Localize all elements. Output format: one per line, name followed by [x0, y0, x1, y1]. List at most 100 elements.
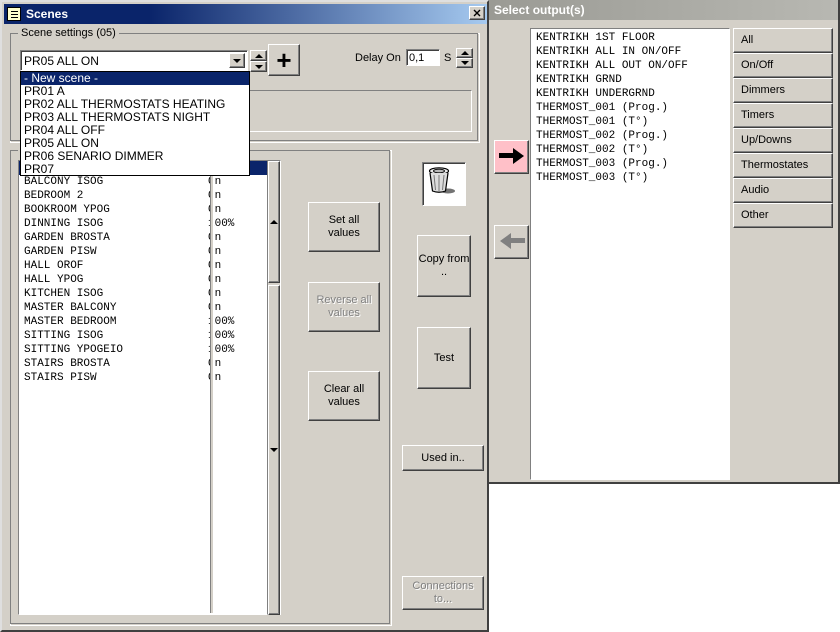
- move-left-button[interactable]: [494, 225, 529, 259]
- output-name: GARDEN BROSTA: [24, 232, 110, 244]
- output-name: BOOKROOM YPOG: [24, 204, 110, 216]
- list-item[interactable]: THERMOST_003 (Prog.): [531, 157, 729, 171]
- trash-can-icon: [428, 167, 455, 194]
- scrollbar-thumb-lower[interactable]: [268, 285, 280, 615]
- copy-from-label: Copy from..: [418, 253, 470, 278]
- output-value: 100%: [208, 218, 235, 230]
- window-title: Scenes: [26, 7, 69, 21]
- table-row[interactable]: HALL YPOG On: [19, 273, 279, 287]
- filter-button-all[interactable]: All: [733, 28, 833, 53]
- list-item[interactable]: THERMOST_003 (T°): [531, 171, 729, 185]
- filter-button-timers[interactable]: Timers: [733, 103, 833, 128]
- delay-spinner-up[interactable]: [456, 48, 473, 58]
- table-row[interactable]: SITTING YPOGEIO 100%: [19, 343, 279, 357]
- list-icon: [7, 7, 21, 21]
- list-item[interactable]: KENTRIKH 1ST FLOOR: [531, 31, 729, 45]
- scene-select-combo[interactable]: PR05 ALL ON: [20, 50, 248, 71]
- list-item[interactable]: THERMOST_001 (Prog.): [531, 101, 729, 115]
- connections-to-label: Connections to...: [412, 580, 474, 605]
- table-row[interactable]: HALL OROF On: [19, 259, 279, 273]
- available-outputs-list-body: KENTRIKH 1ST FLOOR KENTRIKH ALL IN ON/OFF…: [531, 29, 729, 479]
- set-all-values-label: Set all values: [328, 214, 360, 239]
- connections-to-button[interactable]: Connections to...: [402, 576, 484, 610]
- set-all-values-button[interactable]: Set all values: [308, 202, 380, 252]
- clear-all-values-label: Clear all values: [323, 383, 365, 408]
- arrow-left-icon: [499, 233, 525, 249]
- output-name: SITTING YPOGEIO: [24, 344, 124, 356]
- table-row[interactable]: BOOKROOM YPOG On: [19, 203, 279, 217]
- scene-dropdown-list[interactable]: - New scene - PR01 A PR02 ALL THERMOSTATS …: [20, 71, 250, 176]
- scroll-down-arrow[interactable]: [270, 448, 278, 452]
- scene-spinner-down[interactable]: [250, 61, 267, 72]
- scene-settings-legend: Scene settings (05): [18, 27, 119, 39]
- list-item[interactable]: KENTRIKH UNDERGRND: [531, 87, 729, 101]
- list-item[interactable]: THERMOST_002 (T°): [531, 143, 729, 157]
- available-outputs-list[interactable]: KENTRIKH 1ST FLOOR KENTRIKH ALL IN ON/OFF…: [530, 28, 730, 480]
- list-item[interactable]: KENTRIKH ALL OUT ON/OFF: [531, 59, 729, 73]
- list-item[interactable]: THERMOST_002 (Prog.): [531, 129, 729, 143]
- output-name: SITTING ISOG: [24, 330, 104, 342]
- copy-from-button[interactable]: Copy from..: [417, 235, 471, 297]
- table-row[interactable]: BEDROOM 2 On: [19, 189, 279, 203]
- output-value: 100%: [208, 330, 235, 342]
- output-name: STAIRS PISW: [24, 372, 97, 384]
- select-outputs-title: Select output(s): [489, 0, 838, 20]
- scene-option[interactable]: PR07: [21, 163, 249, 176]
- table-row[interactable]: GARDEN BROSTA On: [19, 231, 279, 245]
- table-row[interactable]: DINNING ISOG 100%: [19, 217, 279, 231]
- filter-button-audio[interactable]: Audio: [733, 178, 833, 203]
- table-row[interactable]: STAIRS BROSTA On: [19, 357, 279, 371]
- column-divider[interactable]: [210, 162, 214, 613]
- filter-button-other[interactable]: Other: [733, 203, 833, 228]
- output-name: STAIRS BROSTA: [24, 358, 110, 370]
- move-right-button[interactable]: [494, 140, 529, 174]
- output-name: HALL YPOG: [24, 274, 84, 286]
- filter-button-on-off[interactable]: On/Off: [733, 53, 833, 78]
- table-row[interactable]: GARDEN PISW On: [19, 245, 279, 259]
- output-name: BALCONY ISOG: [24, 176, 104, 188]
- used-in-button[interactable]: Used in..: [402, 445, 484, 471]
- delay-on-label: Delay On: [355, 52, 401, 64]
- scrollbar-thumb-upper[interactable]: [268, 161, 280, 283]
- table-row[interactable]: BALCONY ISOG On: [19, 175, 279, 189]
- list-item[interactable]: THERMOST_001 (T°): [531, 115, 729, 129]
- list-item[interactable]: KENTRIKH ALL IN ON/OFF: [531, 45, 729, 59]
- output-name: MASTER BALCONY: [24, 302, 117, 314]
- scroll-up-arrow[interactable]: [270, 220, 278, 224]
- scene-spinner-up[interactable]: [250, 50, 267, 61]
- outputs-scrollbar[interactable]: [267, 160, 281, 615]
- test-button[interactable]: Test: [417, 327, 471, 389]
- add-scene-button[interactable]: +: [268, 44, 300, 76]
- delay-unit-label: S: [444, 52, 452, 64]
- list-item[interactable]: KENTRIKH GRND: [531, 73, 729, 87]
- arrow-right-icon: [498, 148, 524, 164]
- delay-on-value: 0,1: [409, 52, 425, 64]
- delay-spinner[interactable]: [456, 48, 473, 69]
- delay-spinner-down[interactable]: [456, 58, 473, 68]
- table-row[interactable]: SITTING ISOG 100%: [19, 329, 279, 343]
- clear-all-values-button[interactable]: Clear all values: [308, 371, 380, 421]
- filter-button-thermostates[interactable]: Thermostates: [733, 153, 833, 178]
- output-name: BEDROOM 2: [24, 190, 84, 202]
- table-row[interactable]: KITCHEN ISOG On: [19, 287, 279, 301]
- chevron-down-icon[interactable]: [229, 53, 245, 68]
- close-icon[interactable]: [469, 6, 485, 20]
- delete-button[interactable]: [422, 162, 466, 206]
- delay-on-input[interactable]: 0,1: [406, 49, 440, 66]
- output-value: 100%: [208, 316, 235, 328]
- filter-button-up-downs[interactable]: Up/Downs: [733, 128, 833, 153]
- filter-button-dimmers[interactable]: Dimmers: [733, 78, 833, 103]
- reverse-all-values-label: Reverse all values: [316, 294, 372, 319]
- scene-outputs-list[interactable]: BBALCONY ISOGOnBEDROOM 2OnBOOKROOM YPOGO…: [18, 160, 280, 615]
- output-name: KITCHEN ISOG: [24, 288, 104, 300]
- table-row[interactable]: MASTER BALCONY On: [19, 301, 279, 315]
- output-filter-buttons: All On/Off Dimmers Timers Up/Downs Thermostat…: [733, 28, 833, 228]
- output-name: HALL OROF: [24, 260, 84, 272]
- scene-option[interactable]: PR06 SENARIO DIMMER: [21, 150, 249, 163]
- table-row[interactable]: MASTER BEDROOM 100%: [19, 315, 279, 329]
- reverse-all-values-button[interactable]: Reverse all values: [308, 282, 380, 332]
- test-label: Test: [433, 351, 455, 364]
- scene-spinner[interactable]: [250, 50, 267, 72]
- table-row[interactable]: STAIRS PISW On: [19, 371, 279, 385]
- scene-outputs-list-body: BBALCONY ISOGOnBEDROOM 2OnBOOKROOM YPOGO…: [19, 161, 279, 614]
